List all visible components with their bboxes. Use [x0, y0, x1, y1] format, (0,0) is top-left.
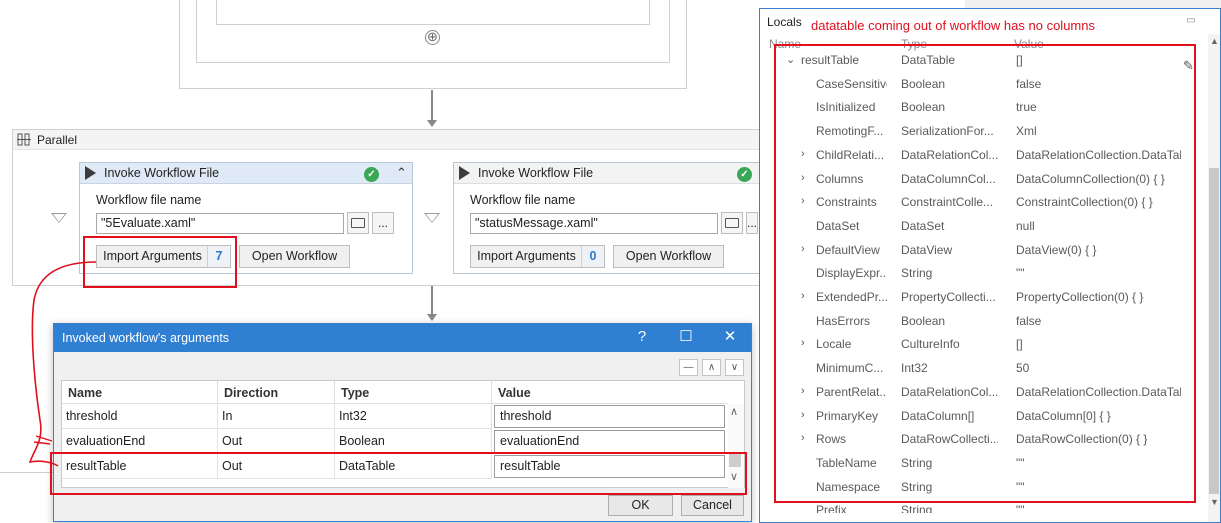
annotation-connector	[28, 261, 97, 467]
